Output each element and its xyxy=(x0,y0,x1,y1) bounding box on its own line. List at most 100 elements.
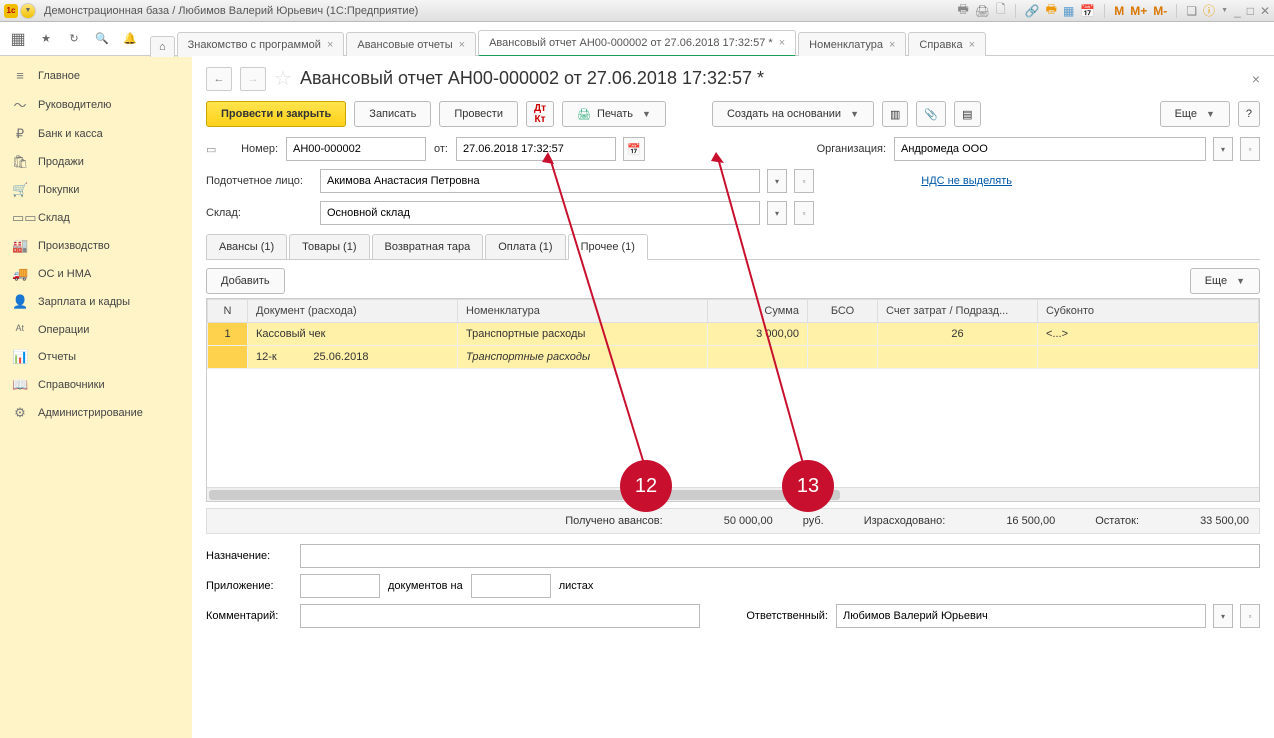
col-doc[interactable]: Документ (расхода) xyxy=(248,300,458,323)
vat-link[interactable]: НДС не выделять xyxy=(921,175,1012,187)
page-close-icon[interactable]: × xyxy=(1252,71,1260,87)
person-select-button[interactable]: ▾ xyxy=(767,169,787,193)
titlebar: 1c ▼ Демонстрационная база / Любимов Вал… xyxy=(0,0,1274,22)
purpose-input[interactable] xyxy=(300,544,1260,568)
tab-returnable[interactable]: Возвратная тара xyxy=(372,234,484,260)
tab-advances[interactable]: Авансы (1) xyxy=(206,234,287,260)
calc-icon[interactable]: ▦ xyxy=(1063,4,1074,18)
warehouse-input[interactable] xyxy=(320,201,760,225)
sidebar-item-warehouse[interactable]: ▭▭Склад xyxy=(0,204,192,232)
info-icon[interactable]: ⓘ xyxy=(1203,2,1215,19)
apps-grid-icon[interactable]: ▦ xyxy=(4,25,32,53)
tab-intro[interactable]: Знакомство с программой× xyxy=(177,32,345,57)
col-n[interactable]: N xyxy=(208,300,248,323)
comment-input[interactable] xyxy=(300,604,700,628)
attach-docs-input[interactable] xyxy=(300,574,380,598)
search-icon[interactable]: 🔍 xyxy=(88,25,116,53)
sidebar-item-operations[interactable]: ᴬᵗОперации xyxy=(0,316,192,343)
link-icon[interactable]: 🔗 xyxy=(1025,4,1040,18)
org-select-button[interactable]: ▾ xyxy=(1213,137,1233,161)
add-row-button[interactable]: Добавить xyxy=(206,268,285,294)
history-icon[interactable]: ↻ xyxy=(60,25,88,53)
org-open-button[interactable]: ▫ xyxy=(1240,137,1260,161)
sidebar-item-bank[interactable]: ₽Банк и касса xyxy=(0,120,192,148)
star-icon[interactable]: ★ xyxy=(32,25,60,53)
person-open-button[interactable]: ▫ xyxy=(794,169,814,193)
person-input[interactable] xyxy=(320,169,760,193)
table-row[interactable]: 1 Кассовый чек Транспортные расходы 3 00… xyxy=(208,323,1259,346)
print2-icon[interactable]: 🖶 xyxy=(1046,0,1057,21)
doc-icon[interactable]: 🗋 xyxy=(996,0,1006,21)
m-icon[interactable]: M xyxy=(1114,4,1124,18)
favorite-star-icon[interactable]: ☆ xyxy=(274,66,292,91)
write-button[interactable]: Записать xyxy=(354,101,431,127)
dk-button[interactable]: ДтКт xyxy=(526,101,554,127)
forward-button[interactable]: → xyxy=(240,67,266,91)
app-menu-dropdown[interactable]: ▼ xyxy=(20,3,36,19)
close-icon[interactable]: ✕ xyxy=(1260,4,1270,18)
tab-close-icon[interactable]: × xyxy=(327,39,333,51)
tab-other[interactable]: Прочее (1) xyxy=(568,234,648,260)
sidebar-item-catalogs[interactable]: 📖Справочники xyxy=(0,371,192,399)
tab-goods[interactable]: Товары (1) xyxy=(289,234,369,260)
tab-reports[interactable]: Авансовые отчеты× xyxy=(346,32,476,57)
sidebar-item-manager[interactable]: 〜Руководителю xyxy=(0,89,192,120)
col-sum[interactable]: Сумма xyxy=(708,300,808,323)
sidebar-item-assets[interactable]: 🚚ОС и НМА xyxy=(0,260,192,288)
more-button[interactable]: Еще▼ xyxy=(1160,101,1230,127)
col-bso[interactable]: БСО xyxy=(808,300,878,323)
tab-close-icon[interactable]: × xyxy=(779,37,785,49)
attach-button[interactable]: 📎 xyxy=(916,101,946,127)
sidebar-item-payroll[interactable]: 👤Зарплата и кадры xyxy=(0,288,192,316)
m-minus-icon[interactable]: M- xyxy=(1153,4,1167,18)
expense-table[interactable]: N Документ (расхода) Номенклатура Сумма … xyxy=(206,298,1260,502)
sidebar-item-sales[interactable]: 🛍Продажи xyxy=(0,148,192,176)
tab-close-icon[interactable]: × xyxy=(889,39,895,51)
sidebar-item-main[interactable]: ≡Главное xyxy=(0,62,192,89)
pin-icon[interactable]: ❏ xyxy=(1186,4,1197,18)
print-icon[interactable]: 🖶 xyxy=(957,0,968,21)
back-button[interactable]: ← xyxy=(206,67,232,91)
resp-open-button[interactable]: ▫ xyxy=(1240,604,1260,628)
printer-icon[interactable]: 🖨 xyxy=(975,4,990,18)
list-button[interactable]: ▤ xyxy=(954,101,980,127)
resp-select-button[interactable]: ▾ xyxy=(1213,604,1233,628)
warehouse-select-button[interactable]: ▾ xyxy=(767,201,787,225)
dropdown-caret-icon[interactable]: ▼ xyxy=(1221,7,1228,14)
col-acct[interactable]: Счет затрат / Подразд... xyxy=(878,300,1038,323)
m-plus-icon[interactable]: M+ xyxy=(1130,4,1147,18)
sidebar-item-admin[interactable]: ⚙Администрирование xyxy=(0,399,192,427)
number-input[interactable] xyxy=(286,137,426,161)
post-and-close-button[interactable]: Провести и закрыть xyxy=(206,101,346,127)
post-button[interactable]: Провести xyxy=(439,101,518,127)
table-more-button[interactable]: Еще▼ xyxy=(1190,268,1260,294)
help-button[interactable]: ? xyxy=(1238,101,1260,127)
responsible-input[interactable] xyxy=(836,604,1206,628)
calendar-button[interactable]: 📅 xyxy=(623,137,645,161)
tab-home[interactable]: ⌂ xyxy=(150,36,175,57)
print-button[interactable]: 🖨Печать▼ xyxy=(562,101,666,127)
tab-advance-report[interactable]: Авансовый отчет АН00-000002 от 27.06.201… xyxy=(478,30,796,57)
horizontal-scrollbar[interactable] xyxy=(207,487,1259,501)
calendar-icon[interactable]: 📅 xyxy=(1080,4,1095,18)
col-sub[interactable]: Субконто xyxy=(1038,300,1259,323)
date-input[interactable] xyxy=(456,137,616,161)
minimize-icon[interactable]: _ xyxy=(1234,4,1241,18)
sidebar-item-production[interactable]: 🏭Производство xyxy=(0,232,192,260)
maximize-icon[interactable]: □ xyxy=(1247,4,1254,18)
warehouse-open-button[interactable]: ▫ xyxy=(794,201,814,225)
tab-help[interactable]: Справка× xyxy=(908,32,986,57)
tab-payment[interactable]: Оплата (1) xyxy=(485,234,565,260)
attach-sheets-input[interactable] xyxy=(471,574,551,598)
org-input[interactable] xyxy=(894,137,1206,161)
sidebar-item-reports[interactable]: 📊Отчеты xyxy=(0,343,192,371)
related-docs-button[interactable]: ▥ xyxy=(882,101,908,127)
col-nomen[interactable]: Номенклатура xyxy=(458,300,708,323)
tab-nomenclature[interactable]: Номенклатура× xyxy=(798,32,906,57)
bell-icon[interactable]: 🔔 xyxy=(116,25,144,53)
sidebar-item-purchases[interactable]: 🛒Покупки xyxy=(0,176,192,204)
table-row[interactable]: 12-к 25.06.2018 Транспортные расходы xyxy=(208,346,1259,369)
tab-close-icon[interactable]: × xyxy=(969,39,975,51)
tab-close-icon[interactable]: × xyxy=(459,39,465,51)
create-by-button[interactable]: Создать на основании▼ xyxy=(712,101,874,127)
